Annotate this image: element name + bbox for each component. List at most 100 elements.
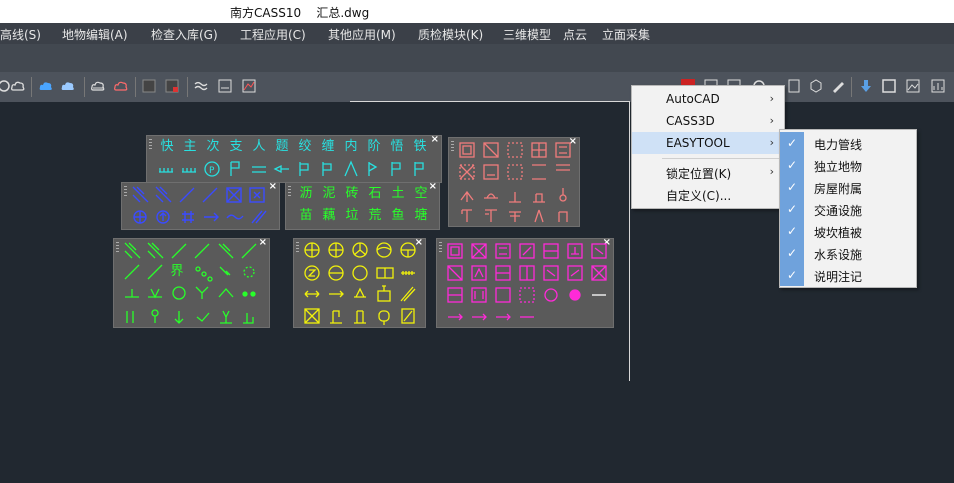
window-titlebar: 南方CASS10 汇总.dwg bbox=[0, 0, 954, 23]
chart-icon[interactable] bbox=[241, 78, 257, 94]
menu-item-customize[interactable]: 自定义(C)... bbox=[632, 183, 784, 205]
menu-contour[interactable]: 高线(S) bbox=[0, 26, 41, 43]
svg-text:P: P bbox=[209, 166, 215, 176]
menu-item-easytool[interactable]: EASYTOOL › bbox=[632, 132, 784, 154]
toolbar-separator bbox=[135, 77, 136, 97]
toolbar-context-menu: AutoCAD › CASS3D › EASYTOOL › 锁定位置(K) › … bbox=[631, 85, 785, 209]
symbol-button[interactable]: 绞 bbox=[295, 137, 315, 157]
cloud-outline-icon[interactable] bbox=[10, 78, 26, 94]
menu-qc-module[interactable]: 质检模块(K) bbox=[418, 26, 483, 43]
toolbar-separator bbox=[187, 77, 188, 97]
menu-3d-model[interactable]: 三维模型 bbox=[503, 26, 551, 43]
pen-icon[interactable] bbox=[830, 78, 846, 94]
traffic-symbols[interactable] bbox=[130, 185, 275, 227]
symbol-button[interactable]: 题 bbox=[272, 137, 292, 157]
independent-symbols[interactable] bbox=[122, 241, 267, 325]
menu-item-lock-position[interactable]: 锁定位置(K) › bbox=[632, 161, 784, 183]
panel-grip[interactable] bbox=[451, 141, 454, 153]
symbol-button[interactable]: 垃 bbox=[342, 206, 362, 226]
panel-grip[interactable] bbox=[149, 139, 152, 151]
symbol-button[interactable]: 砖 bbox=[342, 184, 362, 204]
symbol-button[interactable]: 沥 bbox=[296, 184, 316, 204]
panel-grip[interactable] bbox=[296, 242, 299, 254]
submenu-item-label: 水系设施 bbox=[814, 248, 863, 262]
check-icon: ✓ bbox=[780, 132, 804, 154]
menu-other-apps[interactable]: 其他应用(M) bbox=[328, 26, 396, 43]
panel-grip[interactable] bbox=[124, 186, 127, 198]
symbol-button[interactable]: 支 bbox=[226, 137, 246, 157]
menu-item-autocad[interactable]: AutoCAD › bbox=[632, 88, 784, 110]
symbol-button[interactable]: 阶 bbox=[364, 137, 384, 157]
image-icon[interactable] bbox=[905, 78, 921, 94]
menu-item-label: 自定义(C)... bbox=[666, 189, 732, 203]
symbol-button[interactable]: 快 bbox=[157, 137, 177, 157]
symbol-button[interactable]: 悟 bbox=[387, 137, 407, 157]
chevron-right-icon: › bbox=[769, 114, 774, 127]
submenu-item-water-facilities[interactable]: ✓ 水系设施 bbox=[780, 242, 916, 264]
panel-grip[interactable] bbox=[116, 242, 119, 254]
symbol-button[interactable]: 苗 bbox=[296, 206, 316, 226]
menu-divider bbox=[662, 158, 780, 159]
symbol-button[interactable]: 次 bbox=[203, 137, 223, 157]
down-arrow-icon[interactable] bbox=[858, 78, 874, 94]
symbol-panel-traffic: × bbox=[121, 182, 280, 230]
check-icon: ✓ bbox=[780, 154, 804, 176]
frame-icon[interactable] bbox=[141, 78, 157, 94]
toolbar-separator bbox=[851, 77, 852, 97]
symbol-button[interactable]: 人 bbox=[249, 137, 269, 157]
symbol-button[interactable]: 鱼 bbox=[388, 206, 408, 226]
symbol-button[interactable]: 土 bbox=[388, 184, 408, 204]
submenu-item-label: 独立地物 bbox=[814, 160, 863, 174]
wave-icon[interactable] bbox=[193, 78, 209, 94]
submenu-item-label: 房屋附属 bbox=[814, 182, 863, 196]
power-symbols-row[interactable]: P bbox=[155, 158, 435, 180]
frame-red-icon[interactable] bbox=[164, 78, 180, 94]
menu-feature-edit[interactable]: 地物编辑(A) bbox=[62, 26, 128, 43]
symbol-button[interactable]: 空 bbox=[411, 184, 431, 204]
cube-icon[interactable] bbox=[808, 78, 824, 94]
building-symbols[interactable] bbox=[457, 140, 577, 224]
submenu-item-label: 电力管线 bbox=[814, 138, 863, 152]
panel-grip[interactable] bbox=[288, 186, 291, 198]
menu-point-cloud[interactable]: 点云 bbox=[563, 26, 587, 43]
symbol-button[interactable]: 石 bbox=[365, 184, 385, 204]
doc-icon[interactable] bbox=[217, 78, 233, 94]
submenu-item-traffic-facilities[interactable]: ✓ 交通设施 bbox=[780, 198, 916, 220]
submenu-item-power-pipeline[interactable]: ✓ 电力管线 bbox=[780, 132, 916, 154]
menu-item-cass3d[interactable]: CASS3D › bbox=[632, 110, 784, 132]
symbol-button[interactable]: 塘 bbox=[411, 206, 431, 226]
book-icon[interactable] bbox=[786, 78, 802, 94]
cloud-fill-icon[interactable] bbox=[60, 78, 76, 94]
square-icon[interactable] bbox=[881, 78, 897, 94]
symbol-button[interactable]: 藕 bbox=[319, 206, 339, 226]
water-symbols[interactable] bbox=[445, 241, 610, 325]
ribbon-area bbox=[0, 44, 954, 72]
symbol-button[interactable]: 缠 bbox=[318, 137, 338, 157]
symbol-button[interactable]: 荒 bbox=[365, 206, 385, 226]
cloud-hatch-icon[interactable] bbox=[113, 78, 129, 94]
panel-grip[interactable] bbox=[439, 242, 442, 254]
symbol-panel-buildings: × bbox=[448, 137, 580, 227]
toolbar-separator bbox=[31, 77, 32, 97]
symbol-button[interactable]: 泥 bbox=[319, 184, 339, 204]
chevron-right-icon: › bbox=[769, 136, 774, 149]
panel-close-button[interactable]: × bbox=[431, 135, 439, 145]
cloud-blue-icon[interactable] bbox=[38, 78, 54, 94]
toolbar-separator bbox=[84, 77, 85, 97]
chart-small-icon[interactable] bbox=[930, 78, 946, 94]
submenu-item-slope-vegetation[interactable]: ✓ 坡坎植被 bbox=[780, 220, 916, 242]
pipeline-symbols[interactable] bbox=[302, 241, 422, 325]
symbol-button[interactable]: 铁 bbox=[410, 137, 430, 157]
crosshair-vertical bbox=[629, 101, 630, 381]
cloud-grid-icon[interactable] bbox=[90, 78, 106, 94]
symbol-button[interactable]: 主 bbox=[180, 137, 200, 157]
toolbar bbox=[0, 72, 954, 102]
symbol-button[interactable]: 内 bbox=[341, 137, 361, 157]
submenu-item-building-attachments[interactable]: ✓ 房屋附属 bbox=[780, 176, 916, 198]
menu-check-import[interactable]: 检查入库(G) bbox=[151, 26, 218, 43]
menu-engineering[interactable]: 工程应用(C) bbox=[240, 26, 306, 43]
submenu-item-independent-features[interactable]: ✓ 独立地物 bbox=[780, 154, 916, 176]
submenu-item-annotations[interactable]: ✓ 说明注记 bbox=[780, 264, 916, 286]
menu-facade[interactable]: 立面采集 bbox=[602, 26, 650, 43]
check-icon: ✓ bbox=[780, 242, 804, 264]
